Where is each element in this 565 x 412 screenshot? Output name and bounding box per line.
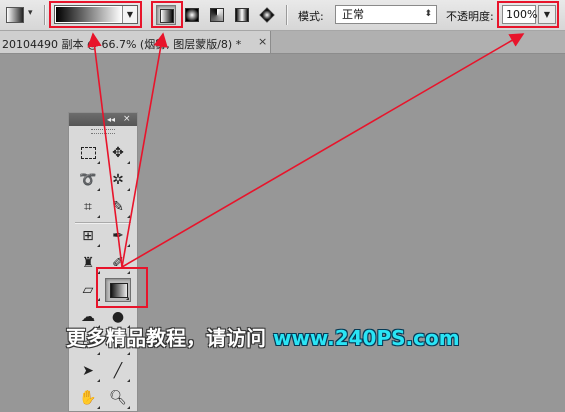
- watermark-caption: 更多精品教程，请访问 www.240PS.com: [66, 322, 460, 351]
- caption-text: 更多精品教程，请访问: [66, 326, 273, 350]
- arrow-to-linear-gradient: [121, 32, 168, 268]
- caption-site: www.240PS.com: [272, 326, 460, 350]
- arrow-to-opacity: [121, 33, 525, 268]
- arrow-to-gradient-picker: [87, 32, 123, 268]
